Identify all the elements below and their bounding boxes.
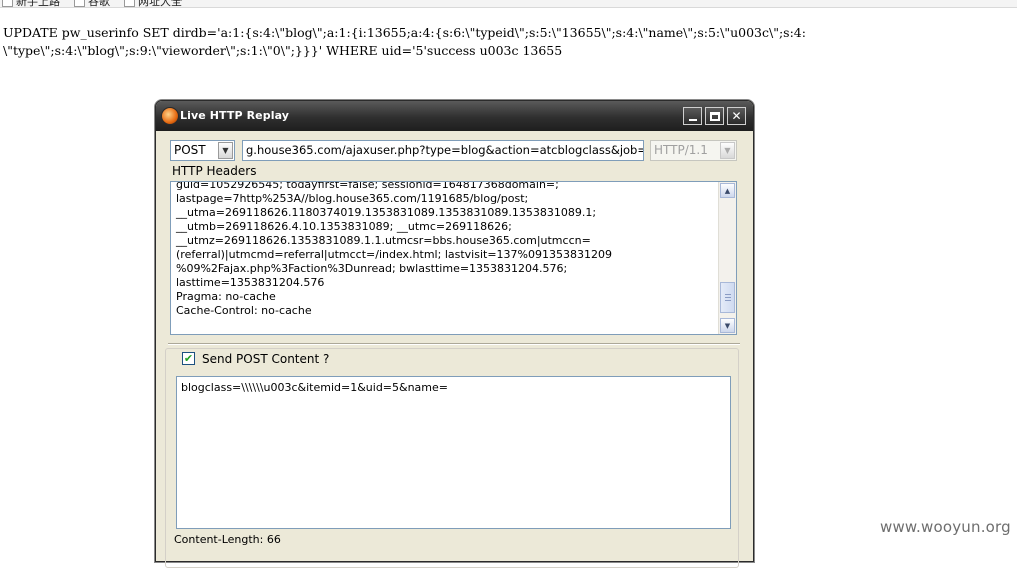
http-version-value: HTTP/1.1 — [654, 143, 708, 157]
live-http-replay-window: Live HTTP Replay ✕ POST ▼ g.house365.com… — [155, 100, 754, 568]
http-headers-textarea[interactable]: guid=1052926545; todayfirst=false; sessi… — [170, 181, 737, 335]
firefox-icon — [161, 107, 179, 125]
http-headers-content: guid=1052926545; todayfirst=false; sessi… — [176, 181, 716, 318]
method-value: POST — [174, 143, 206, 157]
bookmark-label: 网址大全 — [138, 0, 182, 8]
chevron-down-icon: ▼ — [720, 142, 735, 159]
post-content-textarea[interactable]: blogclass=\\\\\\u003c&itemid=1&uid=5&nam… — [176, 376, 731, 529]
close-button[interactable]: ✕ — [727, 107, 746, 125]
bookmark-item[interactable]: 谷歌 — [74, 0, 110, 9]
http-header-line: lasttime=1353831204.576 — [176, 276, 325, 289]
bookmarks-toolbar: 新手上路 谷歌 网址大全 — [0, 0, 1017, 8]
headers-scrollbar[interactable]: ▲ ▼ — [718, 182, 736, 334]
http-header-line: (referral)|utmcmd=referral|utmcct=/index… — [176, 248, 612, 261]
http-header-line: %09%2Fajax.php%3Faction%3Dunread; bwlast… — [176, 262, 568, 275]
maximize-icon — [709, 111, 720, 121]
bookmark-label: 新手上路 — [16, 0, 60, 8]
close-icon: ✕ — [731, 109, 742, 123]
minimize-button[interactable] — [683, 107, 702, 125]
window-titlebar[interactable]: Live HTTP Replay ✕ — [156, 101, 753, 131]
bookmark-item[interactable]: 网址大全 — [124, 0, 182, 9]
scroll-down-icon[interactable]: ▼ — [720, 318, 735, 333]
sql-output-line: \"type\";s:4:\"blog\";s:9:\"vieworder\";… — [3, 43, 563, 58]
http-header-line: __utma=269118626.1180374019.1353831089.1… — [176, 206, 597, 219]
sql-output-line: UPDATE pw_userinfo SET dirdb='a:1:{s:4:\… — [3, 25, 806, 40]
bookmark-icon — [74, 0, 85, 7]
maximize-button[interactable] — [705, 107, 724, 125]
http-version-select[interactable]: HTTP/1.1 ▼ — [650, 140, 737, 161]
url-input[interactable]: g.house365.com/ajaxuser.php?type=blog&ac… — [242, 140, 644, 161]
bookmark-icon — [2, 0, 13, 7]
grip-line — [725, 294, 731, 295]
section-divider — [168, 343, 740, 345]
http-header-line: Cache-Control: no-cache — [176, 304, 312, 317]
content-length-label: Content-Length: 66 — [174, 533, 281, 546]
http-header-line: __utmz=269118626.1353831089.1.1.utmcsr=b… — [176, 234, 591, 247]
bookmark-item[interactable]: 新手上路 — [2, 0, 60, 9]
send-post-checkbox[interactable]: ✔ — [182, 352, 195, 365]
sql-output: UPDATE pw_userinfo SET dirdb='a:1:{s:4:\… — [3, 24, 1017, 60]
http-header-line: guid=1052926545; todayfirst=false; sessi… — [176, 181, 559, 191]
grip-line — [725, 297, 731, 298]
method-select[interactable]: POST ▼ — [170, 140, 235, 161]
send-post-label[interactable]: Send POST Content ? — [202, 352, 329, 366]
scroll-up-icon[interactable]: ▲ — [720, 183, 735, 198]
http-header-line: Pragma: no-cache — [176, 290, 276, 303]
watermark: www.wooyun.org — [880, 518, 1011, 536]
bookmark-icon — [124, 0, 135, 7]
window-title: Live HTTP Replay — [180, 109, 290, 122]
http-headers-label: HTTP Headers — [172, 164, 257, 178]
chevron-down-icon: ▼ — [218, 142, 233, 159]
grip-line — [725, 300, 731, 301]
http-header-line: __utmb=269118626.4.10.1353831089; __utmc… — [176, 220, 512, 233]
http-header-line: lastpage=7http%253A//blog.house365.com/1… — [176, 192, 529, 205]
scroll-thumb[interactable] — [720, 282, 735, 313]
bookmark-label: 谷歌 — [88, 0, 110, 8]
minimize-icon — [688, 119, 697, 121]
